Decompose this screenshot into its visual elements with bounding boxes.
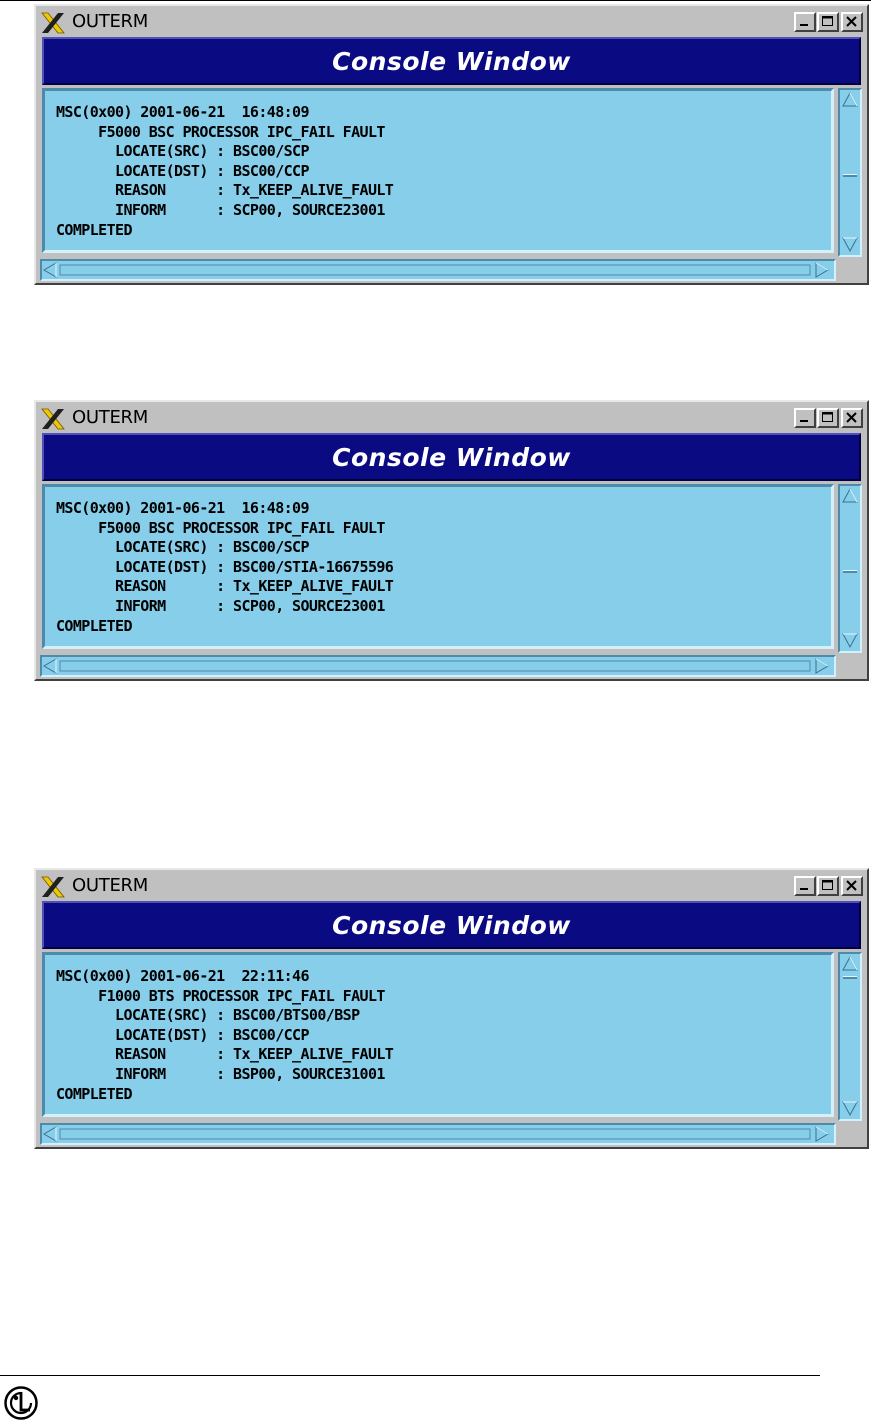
scroll-left-arrow-icon[interactable] bbox=[43, 262, 57, 278]
x-logo-icon bbox=[41, 408, 65, 430]
window-title: OUTERM bbox=[72, 875, 148, 896]
console-line: F5000 BSC PROCESSOR IPC_FAIL FAULT bbox=[56, 518, 385, 537]
console-banner: Console Window bbox=[42, 901, 861, 949]
console-output[interactable]: MSC(0x00) 2001-06-21 16:48:09 F5000 BSC … bbox=[42, 88, 834, 253]
horizontal-scrollbar[interactable] bbox=[40, 1123, 836, 1145]
window-titlebar[interactable]: OUTERM bbox=[38, 404, 865, 433]
console-line: LOCATE(DST) : BSC00/CCP bbox=[56, 161, 310, 180]
lg-logo-icon bbox=[4, 1386, 38, 1420]
vertical-scrollbar[interactable] bbox=[838, 484, 862, 653]
console-line: MSC(0x00) 2001-06-21 22:11:46 bbox=[56, 967, 310, 985]
minimize-button[interactable] bbox=[794, 12, 816, 32]
console-text: MSC(0x00) 2001-06-21 16:48:09 F5000 BSC … bbox=[56, 499, 394, 636]
console-line: INFORM : BSP00, SOURCE31001 bbox=[56, 1064, 385, 1083]
window-titlebar[interactable]: OUTERM bbox=[38, 8, 865, 37]
scroll-down-arrow-icon[interactable] bbox=[842, 237, 858, 253]
minimize-icon bbox=[800, 420, 808, 422]
console-line: COMPLETED bbox=[56, 1084, 132, 1103]
horizontal-scrollbar[interactable] bbox=[40, 655, 836, 677]
scroll-right-arrow-icon[interactable] bbox=[815, 658, 829, 674]
console-output[interactable]: MSC(0x00) 2001-06-21 22:11:46 F1000 BTS … bbox=[42, 952, 834, 1117]
scroll-down-arrow-icon[interactable] bbox=[842, 633, 858, 649]
console-line: F1000 BTS PROCESSOR IPC_FAIL FAULT bbox=[56, 986, 385, 1005]
outerm-window-2: OUTERM Console Window MSC(0x00) 2001-06-… bbox=[34, 400, 869, 681]
outerm-window-1: OUTERM Console Window MSC(0x00) 2001-06-… bbox=[34, 4, 869, 285]
scroll-right-arrow-icon[interactable] bbox=[815, 1126, 829, 1142]
scroll-up-arrow-icon[interactable] bbox=[842, 91, 858, 107]
console-line: REASON : Tx_KEEP_ALIVE_FAULT bbox=[56, 577, 394, 596]
maximize-icon bbox=[822, 880, 833, 890]
close-button[interactable] bbox=[841, 408, 863, 428]
window-title: OUTERM bbox=[72, 11, 148, 32]
minimize-icon bbox=[800, 888, 808, 890]
window-title: OUTERM bbox=[72, 407, 148, 428]
scroll-down-arrow-icon[interactable] bbox=[842, 1101, 858, 1117]
scroll-thumb[interactable] bbox=[843, 976, 857, 979]
banner-title: Console Window bbox=[332, 47, 571, 76]
minimize-button[interactable] bbox=[794, 408, 816, 428]
scroll-left-arrow-icon[interactable] bbox=[43, 658, 57, 674]
console-line: COMPLETED bbox=[56, 220, 132, 239]
outerm-window-3: OUTERM Console Window MSC(0x00) 2001-06-… bbox=[34, 868, 869, 1149]
console-text: MSC(0x00) 2001-06-21 16:48:09 F5000 BSC … bbox=[56, 103, 394, 240]
console-line: LOCATE(DST) : BSC00/CCP bbox=[56, 1025, 310, 1044]
banner-title: Console Window bbox=[332, 911, 571, 940]
scroll-right-arrow-icon[interactable] bbox=[815, 262, 829, 278]
scroll-thumb[interactable] bbox=[843, 174, 857, 177]
window-titlebar[interactable]: OUTERM bbox=[38, 872, 865, 901]
vertical-scrollbar[interactable] bbox=[838, 952, 862, 1121]
top-rule bbox=[0, 0, 871, 1]
console-line: LOCATE(SRC) : BSC00/SCP bbox=[56, 538, 310, 557]
maximize-icon bbox=[822, 412, 833, 422]
close-button[interactable] bbox=[841, 876, 863, 896]
horizontal-scrollbar[interactable] bbox=[40, 259, 836, 281]
console-line: MSC(0x00) 2001-06-21 16:48:09 bbox=[56, 499, 310, 517]
maximize-icon bbox=[822, 16, 833, 26]
console-line: INFORM : SCP00, SOURCE23001 bbox=[56, 200, 385, 219]
console-line: COMPLETED bbox=[56, 616, 132, 635]
console-line: REASON : Tx_KEEP_ALIVE_FAULT bbox=[56, 181, 394, 200]
console-line: REASON : Tx_KEEP_ALIVE_FAULT bbox=[56, 1045, 394, 1064]
banner-title: Console Window bbox=[332, 443, 571, 472]
console-line: INFORM : SCP00, SOURCE23001 bbox=[56, 596, 385, 615]
vertical-scrollbar[interactable] bbox=[838, 88, 862, 257]
close-button[interactable] bbox=[841, 12, 863, 32]
console-line: LOCATE(DST) : BSC00/STIA-16675596 bbox=[56, 557, 394, 576]
close-icon bbox=[846, 16, 857, 27]
console-text: MSC(0x00) 2001-06-21 22:11:46 F1000 BTS … bbox=[56, 967, 394, 1104]
scroll-up-arrow-icon[interactable] bbox=[842, 955, 858, 971]
scroll-up-arrow-icon[interactable] bbox=[842, 487, 858, 503]
scroll-left-arrow-icon[interactable] bbox=[43, 1126, 57, 1142]
console-banner: Console Window bbox=[42, 37, 861, 85]
close-icon bbox=[846, 412, 857, 423]
maximize-button[interactable] bbox=[817, 408, 839, 428]
maximize-button[interactable] bbox=[817, 876, 839, 896]
console-line: LOCATE(SRC) : BSC00/BTS00/BSP bbox=[56, 1006, 360, 1025]
maximize-button[interactable] bbox=[817, 12, 839, 32]
scroll-thumb[interactable] bbox=[843, 570, 857, 573]
console-line: F5000 BSC PROCESSOR IPC_FAIL FAULT bbox=[56, 122, 385, 141]
console-banner: Console Window bbox=[42, 433, 861, 481]
x-logo-icon bbox=[41, 12, 65, 34]
console-output[interactable]: MSC(0x00) 2001-06-21 16:48:09 F5000 BSC … bbox=[42, 484, 834, 649]
x-logo-icon bbox=[41, 876, 65, 898]
console-line: LOCATE(SRC) : BSC00/SCP bbox=[56, 142, 310, 161]
console-line: MSC(0x00) 2001-06-21 16:48:09 bbox=[56, 103, 310, 121]
minimize-button[interactable] bbox=[794, 876, 816, 896]
minimize-icon bbox=[800, 24, 808, 26]
footer-rule bbox=[0, 1375, 820, 1376]
close-icon bbox=[846, 880, 857, 891]
